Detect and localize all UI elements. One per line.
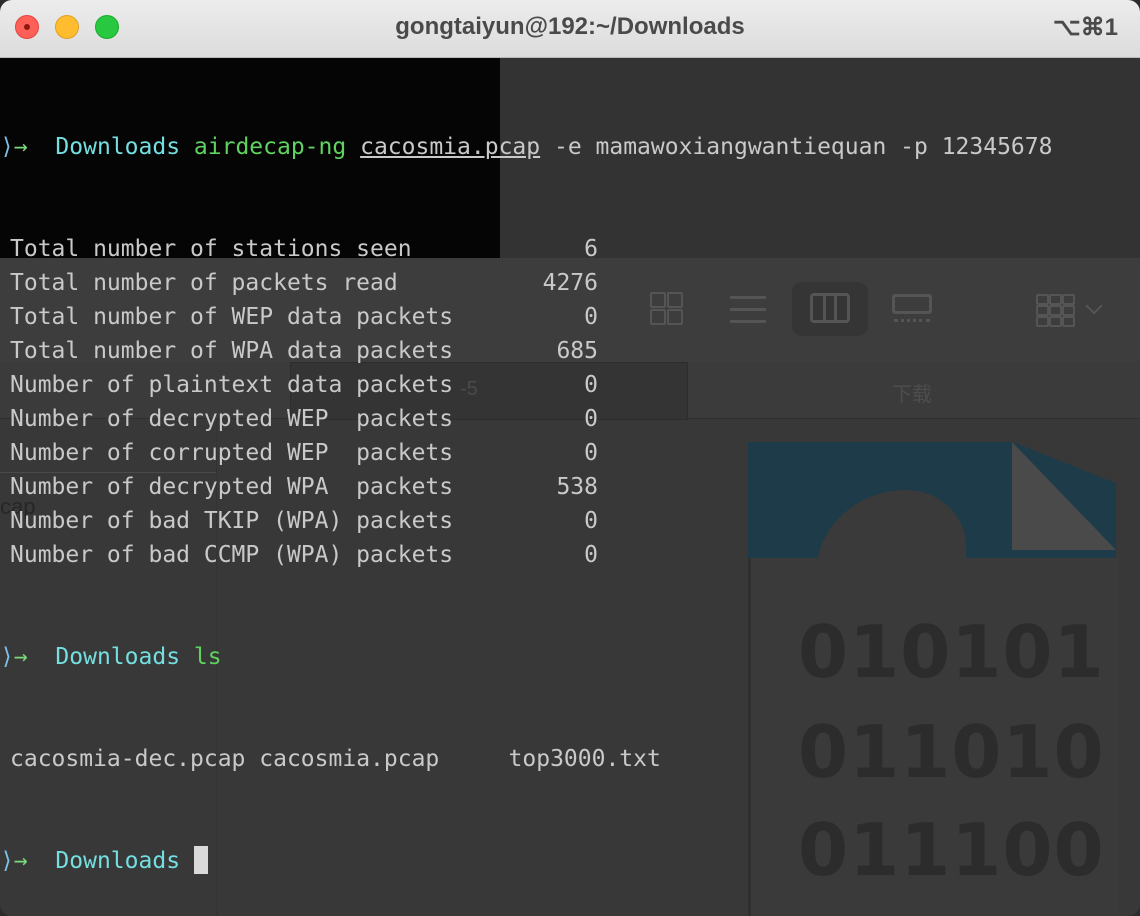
terminal-output[interactable]: ⟩→ Downloads airdecap-ng cacosmia.pcap -… <box>0 62 1140 916</box>
stats-row: Number of bad TKIP (WPA) packets 0 <box>0 504 1140 538</box>
stats-label: Number of bad CCMP (WPA) packets <box>10 542 454 568</box>
stats-label: Number of corrupted WEP packets <box>10 440 454 466</box>
command-args: -e mamawoxiangwantiequan -p 12345678 <box>553 134 1053 160</box>
stats-label: Total number of stations seen <box>10 236 412 262</box>
command-program: airdecap-ng <box>193 134 347 160</box>
prompt-directory: Downloads <box>55 848 181 874</box>
command-line-3: ⟩→ Downloads <box>0 844 1140 878</box>
stats-block: Total number of stations seen 6 Total numb… <box>0 232 1140 572</box>
stats-row: Number of plaintext data packets 0 <box>0 368 1140 402</box>
stats-row: Total number of WPA data packets 685 <box>0 334 1140 368</box>
prompt-arrow-icon: ⟩ <box>0 848 14 874</box>
stats-row: Total number of stations seen 6 <box>0 232 1140 266</box>
stats-value: 0 <box>584 372 598 398</box>
prompt-arrow-icon: ⟩ <box>0 134 14 160</box>
stats-row: Number of corrupted WEP packets 0 <box>0 436 1140 470</box>
stats-label: Number of decrypted WEP packets <box>10 406 454 432</box>
title-bar: gongtaiyun@192:~/Downloads ⌥⌘1 <box>0 0 1140 58</box>
stats-value: 538 <box>556 474 598 500</box>
prompt-arrow-icon: ⟩ <box>0 644 14 670</box>
stats-value: 0 <box>584 440 598 466</box>
stats-value: 0 <box>584 406 598 432</box>
ls-file-1: cacosmia-dec.pcap <box>10 746 246 772</box>
stats-value: 0 <box>584 542 598 568</box>
stats-value: 4276 <box>542 270 598 296</box>
command-file-arg: cacosmia.pcap <box>360 134 541 160</box>
command-ls: ls <box>193 644 222 670</box>
stats-row: Number of decrypted WPA packets 538 <box>0 470 1140 504</box>
stats-label: Number of plaintext data packets <box>10 372 454 398</box>
stats-row: Number of decrypted WEP packets 0 <box>0 402 1140 436</box>
ls-file-3: top3000.txt <box>508 746 661 772</box>
stats-value: 0 <box>584 304 598 330</box>
stats-row: Total number of WEP data packets 0 <box>0 300 1140 334</box>
stats-row: Number of bad CCMP (WPA) packets 0 <box>0 538 1140 572</box>
text-cursor <box>193 846 208 874</box>
stats-label: Total number of WPA data packets <box>10 338 454 364</box>
terminal-window: -5 下载 cap 010101 011010 011100 gongtaiyu… <box>0 0 1140 916</box>
prompt-directory: Downloads <box>55 134 181 160</box>
stats-label: Number of decrypted WPA packets <box>10 474 454 500</box>
stats-value: 0 <box>584 508 598 534</box>
ls-output: cacosmia-dec.pcap cacosmia.pcap top3000.… <box>0 742 1140 776</box>
window-shortcut: ⌥⌘1 <box>1052 14 1118 41</box>
stats-label: Number of bad TKIP (WPA) packets <box>10 508 454 534</box>
stats-value: 685 <box>556 338 598 364</box>
stats-row: Total number of packets read 4276 <box>0 266 1140 300</box>
window-title: gongtaiyun@192:~/Downloads <box>395 13 745 40</box>
ls-file-2: cacosmia.pcap <box>259 746 440 772</box>
stats-label: Total number of WEP data packets <box>10 304 454 330</box>
prompt-directory: Downloads <box>55 644 181 670</box>
command-line-2: ⟩→ Downloads ls <box>0 644 222 670</box>
command-line-1: ⟩→ Downloads airdecap-ng cacosmia.pcap -… <box>0 134 1053 160</box>
stats-label: Total number of packets read <box>10 270 398 296</box>
stats-value: 6 <box>584 236 598 262</box>
